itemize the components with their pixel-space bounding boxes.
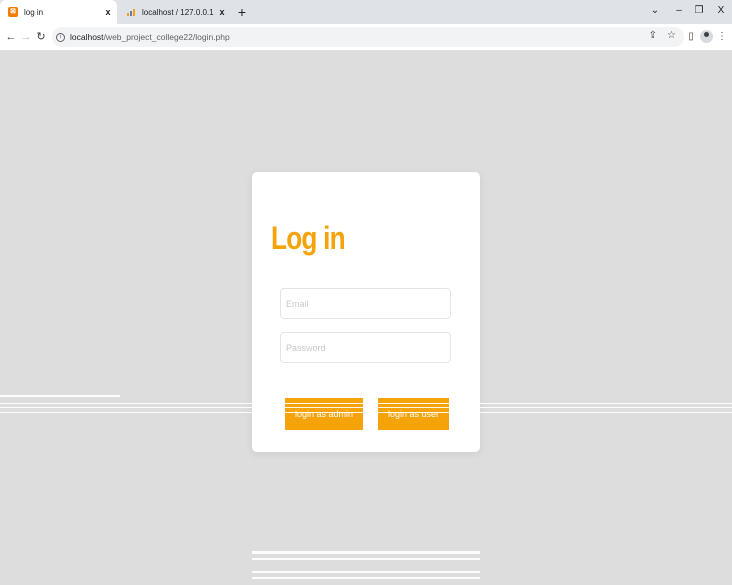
tab-title: log in [24, 7, 44, 17]
side-panel-icon[interactable]: ▯ [684, 29, 698, 45]
tab-title: localhost / 127.0.0.1 / estate / c [142, 7, 216, 17]
page-content: Log in login as admin login as user [0, 50, 732, 585]
address-bar[interactable]: i localhost/web_project_college22/login.… [52, 27, 684, 47]
tab-phpmyadmin[interactable]: localhost / 127.0.0.1 / estate / c x [118, 0, 231, 24]
render-artifact [252, 577, 480, 579]
tab-login[interactable]: ⊠ log in x [0, 0, 117, 24]
url-host: localhost [70, 32, 104, 42]
render-artifact [252, 551, 480, 554]
tab-search-button[interactable]: ⌄ [648, 3, 662, 19]
phpmyadmin-icon [127, 9, 135, 16]
minimize-button[interactable]: – [672, 3, 686, 19]
password-field[interactable] [280, 332, 451, 363]
login-card: Log in login as admin login as user [252, 172, 480, 452]
forward-arrow-icon[interactable]: → [19, 29, 33, 45]
profile-avatar-icon[interactable] [700, 30, 713, 43]
back-arrow-icon[interactable]: ← [4, 29, 18, 45]
render-artifact [0, 412, 732, 413]
browser-toolbar: ← → ↻ i localhost/web_project_college22/… [0, 24, 732, 50]
restore-button[interactable]: ❐ [692, 3, 706, 19]
menu-kebab-icon[interactable]: ⋮ [715, 29, 729, 45]
close-icon[interactable]: x [216, 7, 228, 17]
close-icon[interactable]: x [102, 7, 114, 17]
render-artifact [252, 558, 480, 560]
window-close-button[interactable]: X [714, 3, 728, 19]
render-artifact [0, 403, 732, 404]
share-icon[interactable]: ⇪ [649, 30, 657, 41]
render-artifact [0, 407, 732, 408]
render-artifact [0, 395, 120, 397]
login-title: Log in [271, 220, 346, 256]
email-field[interactable] [280, 288, 451, 319]
new-tab-button[interactable]: + [235, 4, 249, 20]
info-icon[interactable]: i [56, 32, 65, 42]
tab-strip: ⊠ log in x localhost / 127.0.0.1 / estat… [0, 0, 732, 24]
bookmark-star-icon[interactable]: ☆ [667, 30, 676, 41]
url-path: /web_project_college22/login.php [103, 32, 230, 42]
render-artifact [252, 571, 480, 573]
xampp-icon: ⊠ [8, 7, 18, 17]
browser-window: ⊠ log in x localhost / 127.0.0.1 / estat… [0, 0, 732, 585]
reload-icon[interactable]: ↻ [34, 29, 48, 45]
